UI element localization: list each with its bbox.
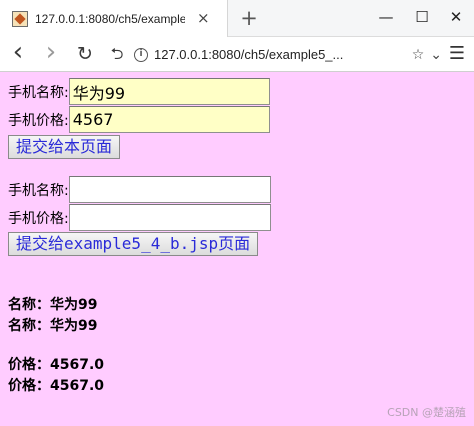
forward-button[interactable]: › (38, 39, 64, 67)
form1-name-input[interactable] (68, 78, 270, 105)
watermark: CSDN @楚涵殖 (387, 406, 466, 419)
back-button[interactable]: ‹ (5, 39, 31, 67)
form1-price-label: 手机价格: (8, 112, 69, 129)
new-tab-button[interactable]: + (236, 5, 262, 31)
page-content: 手机名称: 手机价格: 提交给本页面 手机名称: 手机价格: 提交给exampl… (0, 72, 474, 426)
submit-example5-4-b-button[interactable]: 提交给example5_4_b.jsp页面 (8, 232, 259, 256)
site-info-icon[interactable]: i (134, 47, 148, 62)
result-name-1: 名称：华为99 (8, 297, 98, 313)
navigation-bar: ‹ › ↻ ⮌ i 127.0.0.1:8080/ch5/example5_..… (0, 37, 474, 72)
form1-name-label: 手机名称: (8, 84, 69, 101)
tab-strip: 127.0.0.1:8080/ch5/example5_ × + — ☐ ✕ (0, 0, 474, 37)
submit-this-page-button[interactable]: 提交给本页面 (8, 135, 121, 159)
form2-name-input[interactable] (68, 176, 271, 203)
url-actions: ☆ ⌄ (412, 41, 442, 68)
maximize-button[interactable]: ☐ (406, 4, 438, 30)
tab-close-icon[interactable]: × (197, 11, 210, 26)
form1-price-row: 手机价格: (8, 106, 270, 133)
result-price-2: 价格：4567.0 (8, 378, 105, 394)
reload-button[interactable]: ↻ (72, 41, 98, 67)
form2-name-label: 手机名称: (8, 182, 69, 199)
result-price-1: 价格：4567.0 (8, 357, 105, 373)
form2-price-input[interactable] (68, 204, 271, 231)
menu-icon[interactable]: ☰ (444, 41, 470, 67)
home-button[interactable]: ⮌ (104, 41, 130, 67)
url-text[interactable]: 127.0.0.1:8080/ch5/example5_... (154, 47, 343, 62)
form1-price-input[interactable] (68, 106, 270, 133)
result-name-2: 名称：华为99 (8, 318, 98, 334)
close-window-button[interactable]: ✕ (440, 4, 472, 30)
tab-title: 127.0.0.1:8080/ch5/example5_ (35, 11, 185, 26)
browser-tab[interactable]: 127.0.0.1:8080/ch5/example5_ × (0, 0, 228, 37)
form1-name-row: 手机名称: (8, 78, 270, 105)
form2-name-row: 手机名称: (8, 176, 271, 203)
form2-price-row: 手机价格: (8, 204, 271, 231)
page-favicon-icon (12, 10, 28, 27)
form2-price-label: 手机价格: (8, 210, 69, 227)
star-icon[interactable]: ☆ (412, 47, 425, 63)
address-bar[interactable]: i 127.0.0.1:8080/ch5/example5_... ☆ ⌄ (134, 41, 442, 68)
dropdown-icon[interactable]: ⌄ (430, 47, 442, 63)
minimize-button[interactable]: — (370, 4, 402, 30)
